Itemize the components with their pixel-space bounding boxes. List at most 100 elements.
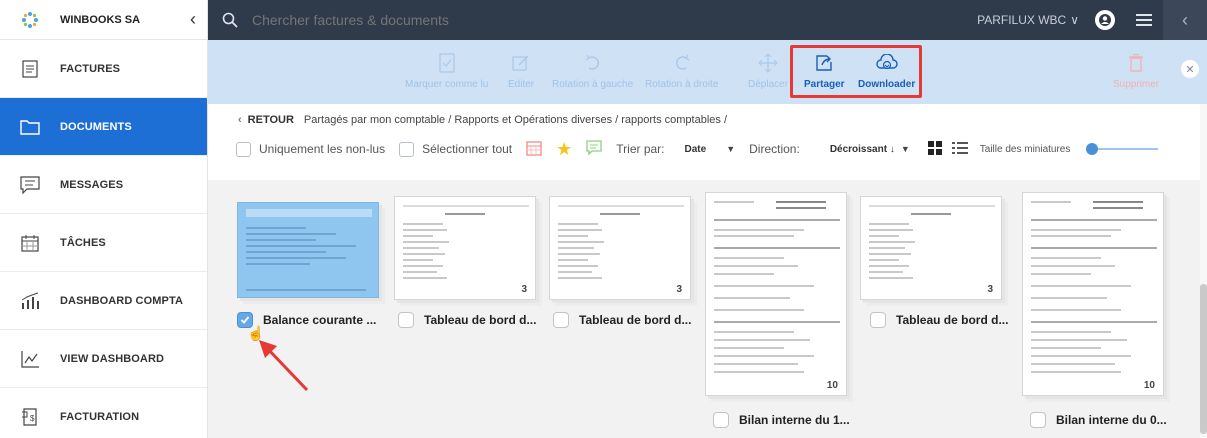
document-thumbnail[interactable] — [237, 202, 379, 298]
page-count: 10 — [1143, 380, 1155, 391]
edit-label: Editer — [508, 79, 535, 90]
document-title[interactable]: Bilan interne du 1... — [739, 413, 850, 427]
sidebar-item-label: FACTURES — [60, 62, 121, 75]
action-toolbar: Marquer comme lu Editer Rotation à gauch… — [208, 40, 1207, 104]
rotate-left-icon — [585, 52, 601, 74]
page-count: 3 — [676, 284, 682, 295]
search-icon[interactable] — [208, 12, 252, 28]
document-thumbnail[interactable]: 3 — [394, 196, 536, 300]
document-thumbnail[interactable]: 10 — [1022, 192, 1164, 396]
line-chart-icon — [0, 350, 60, 368]
sidebar: WINBOOKS SA ‹ FACTURES DOCUMENTS MESSAGE… — [0, 0, 208, 438]
edit-button[interactable]: Editer — [508, 40, 534, 104]
hamburger-menu-icon[interactable] — [1129, 14, 1159, 26]
calendar-icon — [0, 234, 60, 252]
account-name: PARFILUX WBC — [977, 13, 1067, 27]
grid-view-icon[interactable] — [927, 140, 942, 158]
document-title-row: Tableau de bord d... — [553, 312, 691, 328]
rotate-right-icon — [674, 52, 690, 74]
caret-down-icon[interactable]: ▼ — [726, 144, 735, 154]
close-icon[interactable]: ✕ — [1181, 60, 1199, 78]
sidebar-item-label: DASHBOARD COMPTA — [60, 294, 184, 307]
rotate-right-button[interactable]: Rotation à droite — [645, 40, 718, 104]
document-checkbox[interactable] — [713, 412, 729, 428]
chevron-left-icon: ‹ — [238, 114, 242, 126]
page-count: 10 — [826, 380, 838, 391]
document-title[interactable]: Balance courante ... — [263, 313, 376, 327]
document-title-row: Bilan interne du 1... — [713, 412, 850, 428]
select-all-checkbox[interactable] — [399, 141, 415, 157]
sidebar-item-label: VIEW DASHBOARD — [60, 352, 165, 365]
back-panel-icon[interactable]: ‹ — [1163, 0, 1207, 40]
mark-read-icon — [439, 52, 455, 74]
sidebar-item-view-dashboard[interactable]: VIEW DASHBOARD — [0, 330, 207, 388]
document-thumbnail[interactable]: 3 — [860, 196, 1002, 300]
thumb-size-slider[interactable] — [1086, 142, 1159, 156]
rotate-right-label: Rotation à droite — [645, 79, 719, 90]
page-count: 3 — [987, 284, 993, 295]
calendar-filter-icon[interactable] — [526, 140, 542, 159]
sidebar-item-label: TÂCHES — [60, 236, 106, 249]
message-icon — [0, 175, 60, 194]
document-checkbox[interactable] — [1030, 412, 1046, 428]
breadcrumb-path[interactable]: Partagés par mon comptable / Rapports et… — [304, 114, 727, 126]
document-title[interactable]: Tableau de bord d... — [424, 313, 536, 327]
direction-value: Décroissant ↓ — [829, 143, 895, 155]
company-name: WINBOOKS SA — [60, 13, 141, 26]
sidebar-item-dashboard-compta[interactable]: DASHBOARD COMPTA — [0, 272, 207, 330]
unread-only-filter[interactable]: Uniquement les non-lus — [236, 141, 386, 157]
annotation-highlight-box — [790, 45, 922, 98]
sidebar-item-factures[interactable]: FACTURES — [0, 40, 207, 98]
breadcrumb: ‹ RETOUR Partagés par mon comptable / Ra… — [238, 114, 727, 126]
document-grid: Balance courante ... ☝ 3 Tableau de bord… — [208, 180, 1200, 438]
document-checkbox[interactable] — [553, 312, 569, 328]
sidebar-item-messages[interactable]: MESSAGES — [0, 156, 207, 214]
back-link[interactable]: ‹ RETOUR — [238, 114, 294, 126]
page-count: 3 — [521, 284, 527, 295]
slider-handle[interactable] — [1086, 143, 1099, 155]
thumb-size-label: Taille des miniatures — [979, 143, 1071, 155]
document-title-row: Bilan interne du 0... — [1030, 412, 1167, 428]
document-title-row: Tableau de bord d... — [870, 312, 1008, 328]
move-button[interactable]: Déplacer — [748, 40, 788, 104]
sidebar-item-taches[interactable]: TÂCHES — [0, 214, 207, 272]
collapse-sidebar-icon[interactable]: ‹ — [179, 9, 207, 30]
search-input[interactable] — [252, 12, 978, 28]
delete-button[interactable]: Supprimer — [1113, 40, 1159, 104]
document-checkbox[interactable] — [870, 312, 886, 328]
invoice-icon — [0, 59, 60, 78]
app-window: WINBOOKS SA ‹ FACTURES DOCUMENTS MESSAGE… — [0, 0, 1207, 438]
sort-by-select[interactable]: Date — [685, 144, 707, 155]
filter-bar: Uniquement les non-lus Sélectionner tout… — [236, 138, 1180, 160]
sidebar-item-facturation[interactable]: $ FACTURATION — [0, 388, 207, 438]
chart-icon — [0, 292, 60, 310]
mark-read-label: Marquer comme lu — [405, 79, 489, 90]
unread-only-label: Uniquement les non-lus — [259, 142, 386, 156]
comment-filter-icon[interactable] — [586, 139, 602, 159]
scrollbar-thumb[interactable] — [1200, 284, 1207, 434]
annotation-arrow-icon — [259, 340, 309, 392]
direction-select[interactable]: Décroissant ↓ ▼ — [830, 144, 910, 155]
rotate-left-button[interactable]: Rotation à gauche — [552, 40, 633, 104]
unread-only-checkbox[interactable] — [236, 141, 251, 157]
document-title[interactable]: Bilan interne du 0... — [1056, 413, 1167, 427]
document-title[interactable]: Tableau de bord d... — [579, 313, 691, 327]
rotate-left-label: Rotation à gauche — [552, 79, 634, 90]
top-bar: PARFILUX WBC ∨ ‹ — [208, 0, 1207, 40]
list-view-icon[interactable] — [951, 141, 968, 158]
star-filter-icon[interactable]: ★ — [556, 140, 572, 158]
sort-by-label: Trier par: — [616, 142, 665, 156]
document-title[interactable]: Tableau de bord d... — [896, 313, 1008, 327]
back-label: RETOUR — [247, 114, 294, 126]
mark-read-button[interactable]: Marquer comme lu — [405, 40, 488, 104]
select-all-filter[interactable]: Sélectionner tout — [399, 141, 513, 157]
quick-filters: ★ — [526, 139, 602, 159]
avatar[interactable] — [1095, 10, 1115, 30]
document-thumbnail[interactable]: 3 — [549, 196, 691, 300]
account-selector[interactable]: PARFILUX WBC ∨ — [977, 13, 1079, 27]
vertical-scrollbar[interactable] — [1200, 104, 1207, 438]
select-all-label: Sélectionner tout — [422, 142, 513, 156]
sidebar-item-documents[interactable]: DOCUMENTS — [0, 98, 207, 156]
document-thumbnail[interactable]: 10 — [705, 192, 847, 396]
document-checkbox[interactable] — [398, 312, 414, 328]
